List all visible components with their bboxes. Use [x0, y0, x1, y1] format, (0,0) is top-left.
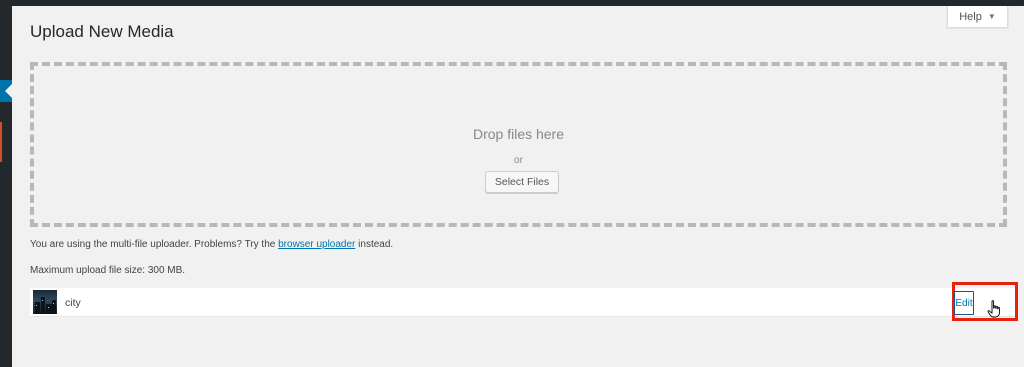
hand-pointer-icon — [987, 300, 1000, 318]
thumbnail-light — [48, 307, 49, 308]
thumbnail-light — [53, 303, 54, 304]
drag-drop-area[interactable]: Drop files here or Select Files — [30, 62, 1007, 227]
uploader-note-suffix: instead. — [358, 239, 394, 250]
sidebar-notification-marker — [0, 122, 2, 162]
edit-link[interactable]: Edit — [954, 291, 974, 315]
media-thumbnail — [33, 290, 57, 314]
max-upload-size: Maximum upload file size: 300 MB. — [30, 265, 186, 276]
drop-or-text: or — [514, 155, 523, 166]
select-files-button[interactable]: Select Files — [485, 171, 559, 193]
uploader-note: You are using the multi-file uploader. P… — [30, 239, 393, 250]
media-item: city — [30, 288, 1017, 317]
thumbnail-building — [35, 302, 40, 314]
drop-files-text: Drop files here — [472, 126, 565, 142]
uploader-note-prefix: You are using the multi-file uploader. P… — [30, 239, 276, 250]
admin-top-bar — [0, 0, 1024, 6]
thumbnail-light — [36, 305, 37, 306]
thumbnail-light — [42, 300, 43, 301]
browser-uploader-link[interactable]: browser uploader — [278, 239, 355, 250]
admin-sidebar — [0, 0, 12, 367]
page-title: Upload New Media — [30, 22, 174, 41]
help-label: Help — [959, 10, 982, 23]
caret-down-icon: ▼ — [987, 12, 996, 21]
media-filename: city — [65, 297, 81, 309]
help-tab-button[interactable]: Help ▼ — [947, 6, 1008, 28]
arrow-left-icon — [5, 84, 12, 98]
